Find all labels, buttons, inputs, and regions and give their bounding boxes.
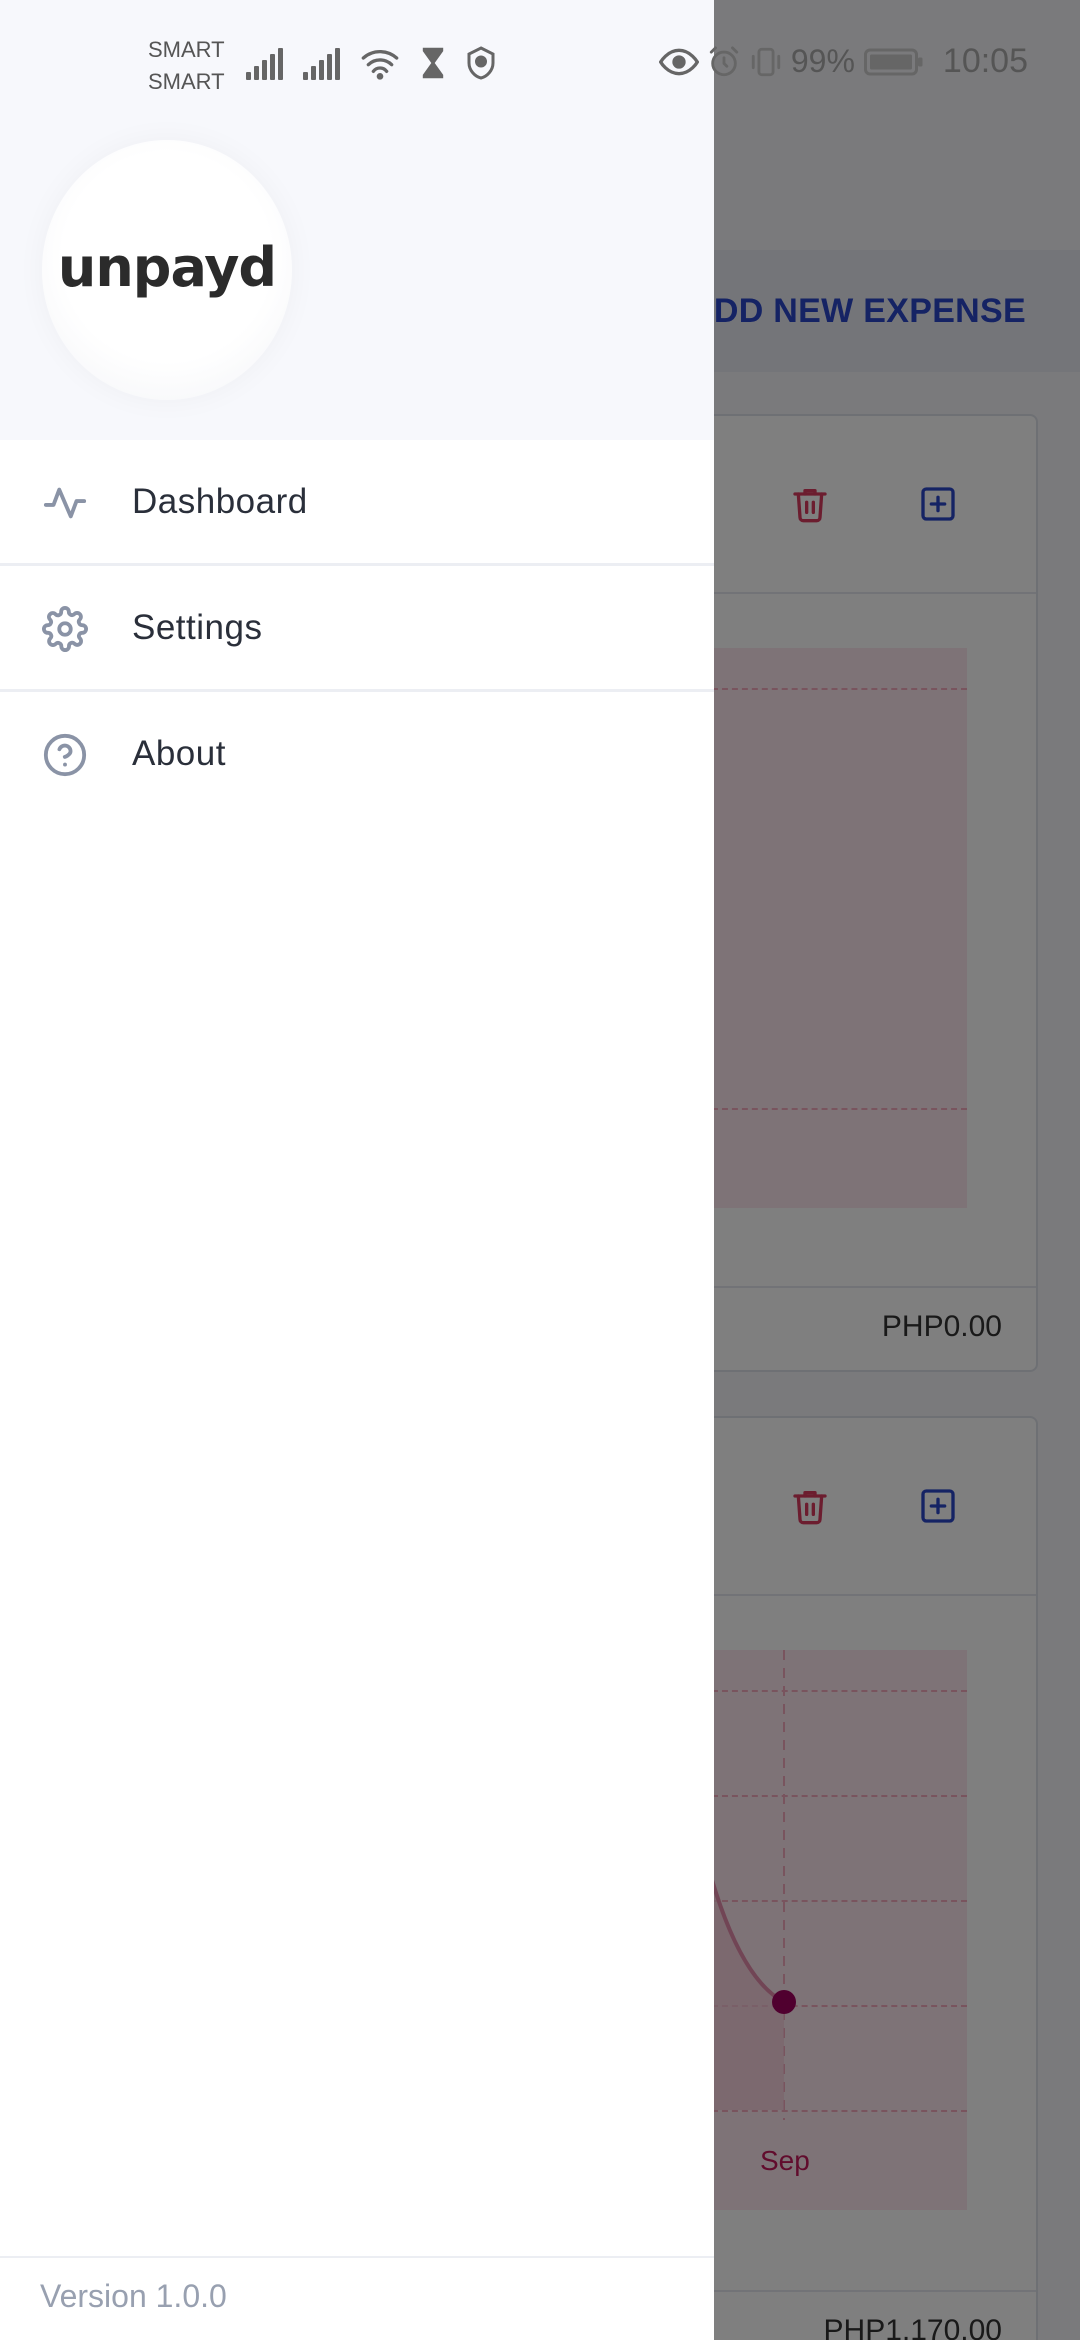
clock: 10:05 — [942, 42, 1028, 80]
status-right-icons: 99% 10:05 — [658, 42, 1028, 81]
carrier-labels: SMART SMART — [148, 34, 225, 98]
navigation-drawer: unpayd Dashboard Settings About Version … — [0, 0, 714, 2340]
menu-item-label: About — [132, 734, 226, 773]
carrier-1: SMART — [148, 37, 225, 62]
gear-icon — [42, 606, 88, 652]
carrier-2: SMART — [148, 69, 225, 94]
eye-icon — [658, 48, 699, 75]
activity-icon — [43, 487, 87, 519]
menu-item-label: Settings — [132, 608, 263, 647]
hourglass-icon — [422, 47, 444, 79]
vpn-shield-icon — [467, 46, 495, 80]
menu-item-label: Dashboard — [132, 482, 308, 521]
menu-item-dashboard[interactable]: Dashboard — [0, 440, 714, 566]
logo-text: unpayd — [57, 236, 277, 299]
alarm-icon — [709, 45, 739, 76]
battery-icon — [863, 48, 923, 75]
status-bar: SMART SMART 99% 10:05 — [0, 0, 1080, 106]
wifi-icon — [361, 50, 399, 80]
app-logo: unpayd — [42, 140, 292, 400]
signal-icon — [246, 48, 283, 80]
drawer-menu: Dashboard Settings About — [0, 440, 714, 818]
drawer-footer: Version 1.0.0 — [0, 2256, 714, 2340]
status-left-icons — [246, 46, 496, 80]
menu-item-settings[interactable]: Settings — [0, 566, 714, 692]
help-circle-icon — [43, 733, 87, 777]
menu-item-about[interactable]: About — [0, 692, 714, 818]
signal-icon — [303, 48, 340, 80]
vibrate-icon — [751, 47, 781, 76]
version-label: Version 1.0.0 — [40, 2278, 227, 2314]
battery-percent: 99% — [790, 43, 855, 79]
